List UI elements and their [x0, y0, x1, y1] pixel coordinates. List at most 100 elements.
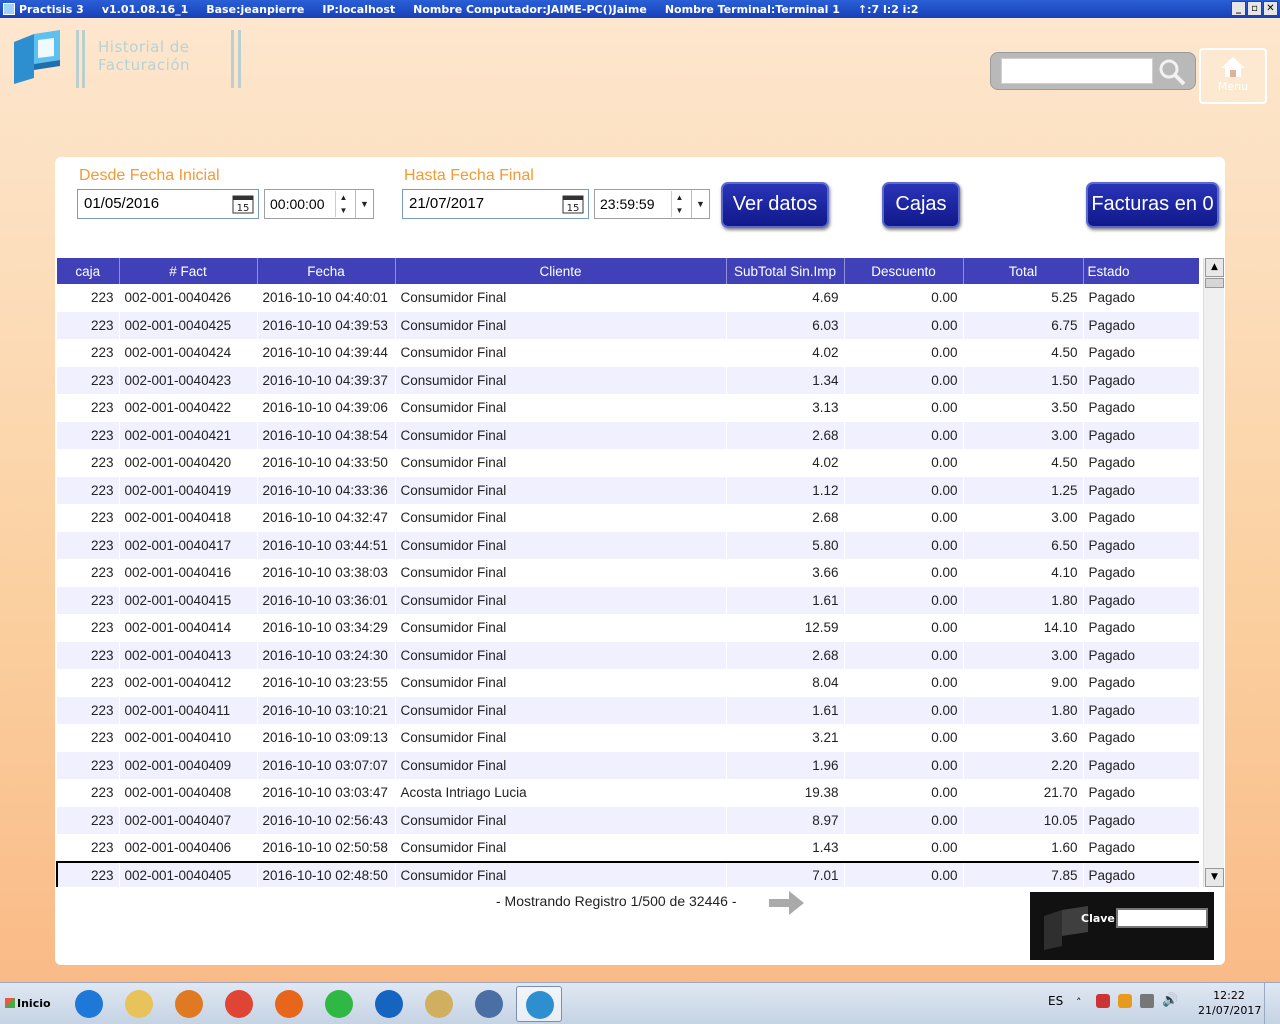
cell-cliente: Consumidor Final: [395, 421, 727, 449]
taskbar-app-whatsapp[interactable]: [316, 986, 362, 1022]
column-header-descuento[interactable]: Descuento: [844, 258, 964, 284]
chevron-down-icon[interactable]: ▼: [355, 190, 373, 218]
taskbar-app-ie[interactable]: [66, 986, 112, 1022]
table-row[interactable]: 223 002-001-0040411 2016-10-10 03:10:21 Con…: [57, 696, 1199, 724]
language-indicator[interactable]: ES: [1048, 994, 1063, 1008]
scroll-thumb[interactable]: [1205, 278, 1224, 288]
cell-total: 2.20: [963, 751, 1084, 779]
next-page-arrow-icon[interactable]: [769, 890, 805, 916]
column-header-caja[interactable]: caja: [57, 258, 120, 284]
taskbar-app-practisis[interactable]: [516, 986, 562, 1022]
scroll-down-icon[interactable]: ▼: [1205, 868, 1224, 887]
cell-descuento: 0.00: [844, 834, 964, 862]
scroll-up-icon[interactable]: ▲: [1205, 258, 1224, 277]
cell-subtotal: 4.69: [726, 284, 845, 312]
cell-estado: Pagado: [1083, 394, 1199, 422]
cell-estado: Pagado: [1083, 806, 1199, 834]
table-row[interactable]: 223 002-001-0040425 2016-10-10 04:39:53 Con…: [57, 311, 1199, 339]
taskbar-app-firefox[interactable]: [266, 986, 312, 1022]
cell-caja: 223: [57, 559, 120, 587]
cell-subtotal: 5.80: [726, 531, 845, 559]
column-header-fact[interactable]: # Fact: [119, 258, 258, 284]
table-row[interactable]: 223 002-001-0040426 2016-10-10 04:40:01 Con…: [57, 284, 1199, 312]
table-row[interactable]: 223 002-001-0040424 2016-10-10 04:39:44 Con…: [57, 339, 1199, 367]
table-row[interactable]: 223 002-001-0040409 2016-10-10 03:07:07 Con…: [57, 751, 1199, 779]
table-row[interactable]: 223 002-001-0040413 2016-10-10 03:24:30 Con…: [57, 641, 1199, 669]
close-button[interactable]: ✕: [1263, 1, 1278, 16]
notification-icon[interactable]: [1118, 994, 1132, 1008]
tray-expand-icon[interactable]: ˄: [1076, 996, 1082, 1009]
table-row[interactable]: 223 002-001-0040417 2016-10-10 03:44:51 Con…: [57, 531, 1199, 559]
table-row[interactable]: 223 002-001-0040406 2016-10-10 02:50:58 Con…: [57, 834, 1199, 862]
spin-up-icon[interactable]: ▲: [336, 191, 351, 204]
taskbar-app-explorer[interactable]: [116, 986, 162, 1022]
system-tray[interactable]: ˄ 🔊: [1074, 991, 1194, 1017]
clave-input[interactable]: [1116, 908, 1208, 928]
cell-cliente: Consumidor Final: [395, 696, 727, 724]
table-row[interactable]: 223 002-001-0040419 2016-10-10 04:33:36 Con…: [57, 476, 1199, 504]
cell-fact: 002-001-0040423: [119, 366, 258, 394]
spin-down-icon[interactable]: ▼: [336, 204, 351, 217]
show-desktop-button[interactable]: [1264, 983, 1280, 1024]
taskbar-app-chrome[interactable]: [216, 986, 262, 1022]
teamviewer-icon: [375, 990, 403, 1018]
cell-fact: 002-001-0040422: [119, 394, 258, 422]
calendar-icon[interactable]: 15: [562, 194, 584, 214]
from-time-input[interactable]: 00:00:00 ▲ ▼ ▼: [264, 189, 374, 219]
search-icon[interactable]: [1157, 57, 1187, 87]
cell-subtotal: 6.03: [726, 311, 845, 339]
table-row[interactable]: 223 002-001-0040405 2016-10-10 02:48:50 Con…: [56, 860, 1199, 887]
cell-caja: 223: [57, 724, 120, 752]
search-input[interactable]: [1001, 58, 1153, 84]
to-time-spinner[interactable]: ▲ ▼: [671, 191, 687, 217]
network-icon[interactable]: [1140, 994, 1154, 1008]
spin-down-icon[interactable]: ▼: [672, 204, 687, 217]
table-row[interactable]: 223 002-001-0040408 2016-10-10 03:03:47 Aco…: [57, 779, 1199, 807]
cell-cliente: Consumidor Final: [395, 559, 727, 587]
column-header-fecha[interactable]: Fecha: [257, 258, 396, 284]
column-header-cliente[interactable]: Cliente: [395, 258, 727, 284]
cell-total: 1.60: [963, 834, 1084, 862]
taskbar-app-teamviewer[interactable]: [366, 986, 412, 1022]
chevron-down-icon[interactable]: ▼: [691, 190, 709, 218]
taskbar-app-paint[interactable]: [416, 986, 462, 1022]
to-date-label: Hasta Fecha Final: [404, 167, 534, 184]
cell-caja: 223: [57, 504, 120, 532]
column-header-total[interactable]: Total: [963, 258, 1084, 284]
maximize-button[interactable]: ▫: [1247, 1, 1262, 16]
taskbar-clock[interactable]: 12:22 21/07/2017: [1198, 988, 1261, 1018]
vertical-scrollbar[interactable]: ▲ ▼: [1203, 258, 1224, 887]
table-row[interactable]: 223 002-001-0040421 2016-10-10 04:38:54 Con…: [57, 421, 1199, 449]
spin-up-icon[interactable]: ▲: [672, 191, 687, 204]
security-icon[interactable]: [1096, 994, 1110, 1008]
cell-estado: Pagado: [1083, 724, 1199, 752]
practisis-logo: [14, 30, 60, 84]
table-row[interactable]: 223 002-001-0040422 2016-10-10 04:39:06 Con…: [57, 394, 1199, 422]
calendar-icon[interactable]: 15: [232, 194, 254, 214]
taskbar-app-postgres[interactable]: [466, 986, 512, 1022]
to-date-input[interactable]: 21/07/2017 15: [402, 189, 589, 219]
minimize-button[interactable]: _: [1231, 1, 1246, 16]
table-row[interactable]: 223 002-001-0040420 2016-10-10 04:33:50 Con…: [57, 449, 1199, 477]
menu-button[interactable]: Menu: [1199, 48, 1267, 104]
column-header-subtotal[interactable]: SubTotal Sin.Imp: [726, 258, 845, 284]
from-time-spinner[interactable]: ▲ ▼: [335, 191, 351, 217]
volume-icon[interactable]: 🔊: [1162, 993, 1178, 1008]
cell-fact: 002-001-0040406: [119, 834, 258, 862]
column-header-estado[interactable]: Estado: [1083, 258, 1199, 284]
from-date-input[interactable]: 01/05/2016 15: [77, 189, 259, 219]
table-row[interactable]: 223 002-001-0040423 2016-10-10 04:39:37 Con…: [57, 366, 1199, 394]
cajas-button[interactable]: Cajas: [882, 182, 960, 228]
table-row[interactable]: 223 002-001-0040418 2016-10-10 04:32:47 Con…: [57, 504, 1199, 532]
start-button[interactable]: Inicio: [3, 991, 55, 1017]
table-row[interactable]: 223 002-001-0040407 2016-10-10 02:56:43 Con…: [57, 806, 1199, 834]
to-time-input[interactable]: 23:59:59 ▲ ▼ ▼: [594, 189, 710, 219]
ver-datos-button[interactable]: Ver datos: [721, 182, 829, 228]
table-row[interactable]: 223 002-001-0040415 2016-10-10 03:36:01 Con…: [57, 586, 1199, 614]
table-row[interactable]: 223 002-001-0040410 2016-10-10 03:09:13 Con…: [57, 724, 1199, 752]
taskbar-app-media-player[interactable]: [166, 986, 212, 1022]
facturas-button[interactable]: Facturas en 0: [1086, 182, 1219, 228]
table-row[interactable]: 223 002-001-0040412 2016-10-10 03:23:55 Con…: [57, 669, 1199, 697]
table-row[interactable]: 223 002-001-0040416 2016-10-10 03:38:03 Con…: [57, 559, 1199, 587]
table-row[interactable]: 223 002-001-0040414 2016-10-10 03:34:29 Con…: [57, 614, 1199, 642]
